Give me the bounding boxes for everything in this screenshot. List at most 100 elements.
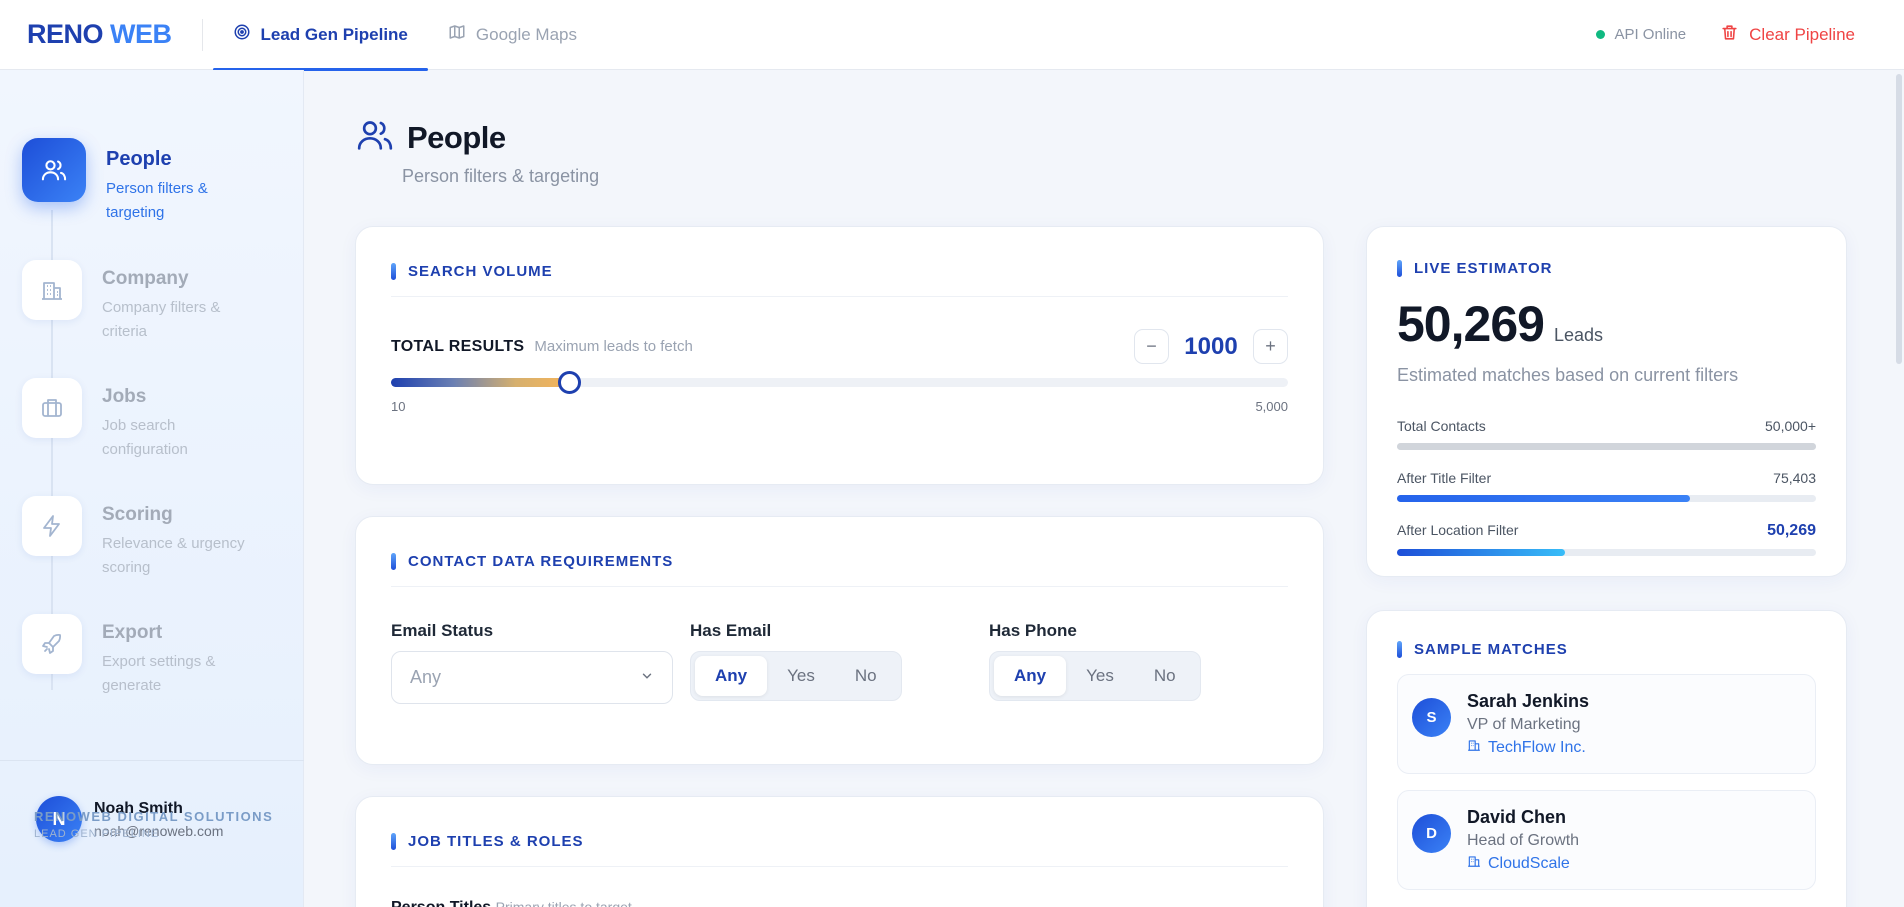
divider	[391, 296, 1288, 297]
sidebar-step-scoring[interactable]: Scoring Relevance & urgency scoring	[22, 496, 252, 580]
divider	[391, 866, 1288, 867]
has-phone-label: Has Phone	[989, 621, 1077, 640]
live-estimator-card: LIVE ESTIMATOR 50,269 Leads Estimated ma…	[1366, 226, 1847, 577]
section-accent	[391, 263, 396, 280]
brand-part-2: WEB	[110, 19, 172, 49]
match-title: VP of Marketing	[1467, 716, 1581, 733]
section-title: SEARCH VOLUME	[408, 263, 553, 280]
select-value: Any	[410, 667, 442, 687]
map-icon	[448, 23, 466, 46]
step-title: Export	[102, 622, 163, 643]
step-title: Scoring	[102, 504, 173, 525]
has-email-option-yes[interactable]: Yes	[767, 656, 835, 696]
has-phone-option-no[interactable]: No	[1134, 656, 1196, 696]
has-phone-toggle: Any Yes No	[989, 651, 1201, 701]
tab-label: Google Maps	[475, 24, 578, 44]
target-icon	[233, 23, 251, 46]
divider	[391, 586, 1288, 587]
quantity-value[interactable]: 1000	[1181, 333, 1241, 361]
sidebar-step-company[interactable]: Company Company filters & criteria	[22, 260, 252, 344]
step-title: Jobs	[102, 386, 147, 407]
progress-track	[1397, 495, 1816, 502]
has-email-toggle: Any Yes No	[690, 651, 902, 701]
total-results-label: TOTAL RESULTS	[391, 337, 525, 355]
step-title: People	[106, 148, 172, 170]
section-heading: JOB TITLES & ROLES	[391, 833, 1288, 850]
has-email-option-any[interactable]: Any	[695, 656, 768, 696]
row-label: Total Contacts	[1397, 418, 1486, 434]
sidebar-step-export[interactable]: Export Export settings & generate	[22, 614, 252, 698]
job-titles-card: JOB TITLES & ROLES Person Titles Primary…	[355, 796, 1324, 907]
org-name: RENOWEB DIGITAL SOLUTIONS	[34, 809, 274, 824]
total-results-slider[interactable]	[391, 371, 1288, 394]
brand-logo[interactable]: RENO WEB	[27, 19, 172, 50]
has-email-label: Has Email	[690, 621, 772, 640]
sidebar: People Person filters & targeting Compan…	[0, 70, 304, 907]
estimator-row: After Title Filter 75,403	[1397, 470, 1816, 502]
avatar: S	[1412, 698, 1451, 737]
sidebar-step-jobs[interactable]: Jobs Job search configuration	[22, 378, 252, 462]
has-email-field: Has Email Any Yes No	[690, 621, 989, 704]
match-company: CloudScale	[1467, 854, 1579, 873]
progress-track	[1397, 549, 1816, 556]
has-phone-field: Has Phone Any Yes No	[989, 621, 1288, 704]
brand-part-1: RENO	[27, 19, 104, 49]
step-subtitle: Company filters & criteria	[102, 299, 221, 340]
email-status-select[interactable]: Any	[391, 651, 673, 704]
progress-fill	[1397, 549, 1565, 556]
divider	[201, 18, 203, 51]
clear-pipeline-button[interactable]: Clear Pipeline	[1720, 23, 1855, 47]
search-volume-card: SEARCH VOLUME TOTAL RESULTS Maximum lead…	[355, 226, 1324, 485]
briefcase-icon	[22, 378, 82, 438]
has-email-option-no[interactable]: No	[835, 656, 897, 696]
step-title: Company	[102, 268, 189, 289]
contact-data-card: CONTACT DATA REQUIREMENTS Email Status A…	[355, 516, 1324, 765]
step-subtitle: Person filters & targeting	[106, 180, 208, 221]
email-status-label: Email Status	[391, 621, 494, 640]
has-phone-option-yes[interactable]: Yes	[1066, 656, 1134, 696]
sidebar-step-people[interactable]: People Person filters & targeting	[22, 138, 256, 225]
scrollbar-thumb[interactable]	[1896, 74, 1902, 364]
users-icon	[22, 138, 86, 202]
estimator-row: Total Contacts 50,000+	[1397, 418, 1816, 450]
tab-lead-gen-pipeline[interactable]: Lead Gen Pipeline	[212, 0, 429, 71]
page-title: People	[407, 119, 506, 155]
row-label: After Location Filter	[1397, 522, 1519, 538]
estimate-value: 50,269	[1397, 296, 1545, 352]
section-heading: SAMPLE MATCHES	[1397, 641, 1816, 658]
decrement-button[interactable]: −	[1134, 329, 1169, 364]
list-item[interactable]: S Sarah Jenkins VP of Marketing TechFlow…	[1397, 674, 1816, 774]
bolt-icon	[22, 496, 82, 556]
section-accent	[391, 833, 396, 850]
step-subtitle: Relevance & urgency scoring	[102, 535, 245, 576]
section-accent	[391, 553, 396, 570]
scrollbar[interactable]	[1894, 70, 1904, 370]
match-company-name: CloudScale	[1488, 854, 1570, 872]
has-phone-option-any[interactable]: Any	[994, 656, 1067, 696]
chevron-down-icon	[640, 667, 654, 688]
section-title: LIVE ESTIMATOR	[1414, 260, 1553, 277]
match-title: Head of Growth	[1467, 832, 1580, 849]
slider-max-label: 5,000	[1255, 399, 1288, 414]
increment-button[interactable]: +	[1253, 329, 1288, 364]
list-item[interactable]: D David Chen Head of Growth CloudScale	[1397, 790, 1816, 890]
section-title: JOB TITLES & ROLES	[408, 833, 584, 850]
slider-handle[interactable]	[557, 371, 581, 394]
api-status-label: API Online	[1614, 26, 1687, 43]
estimator-row: After Location Filter 50,269	[1397, 522, 1816, 556]
step-subtitle: Export settings & generate	[102, 653, 216, 694]
row-label: After Title Filter	[1397, 470, 1492, 486]
page-subtitle: Person filters & targeting	[402, 166, 600, 186]
status-dot	[1596, 30, 1606, 39]
match-name: Sarah Jenkins	[1467, 691, 1590, 711]
section-heading: CONTACT DATA REQUIREMENTS	[391, 553, 1288, 570]
slider-min-label: 10	[391, 399, 406, 414]
slider-fill	[391, 378, 569, 387]
rocket-icon	[22, 614, 82, 674]
api-status: API Online	[1596, 26, 1686, 43]
tab-google-maps[interactable]: Google Maps	[428, 0, 597, 70]
clear-pipeline-label: Clear Pipeline	[1749, 24, 1855, 44]
progress-fill	[1397, 443, 1816, 450]
top-bar: RENO WEB Lead Gen Pipeline Google Maps A…	[0, 0, 1904, 71]
match-company-name: TechFlow Inc.	[1488, 738, 1586, 756]
